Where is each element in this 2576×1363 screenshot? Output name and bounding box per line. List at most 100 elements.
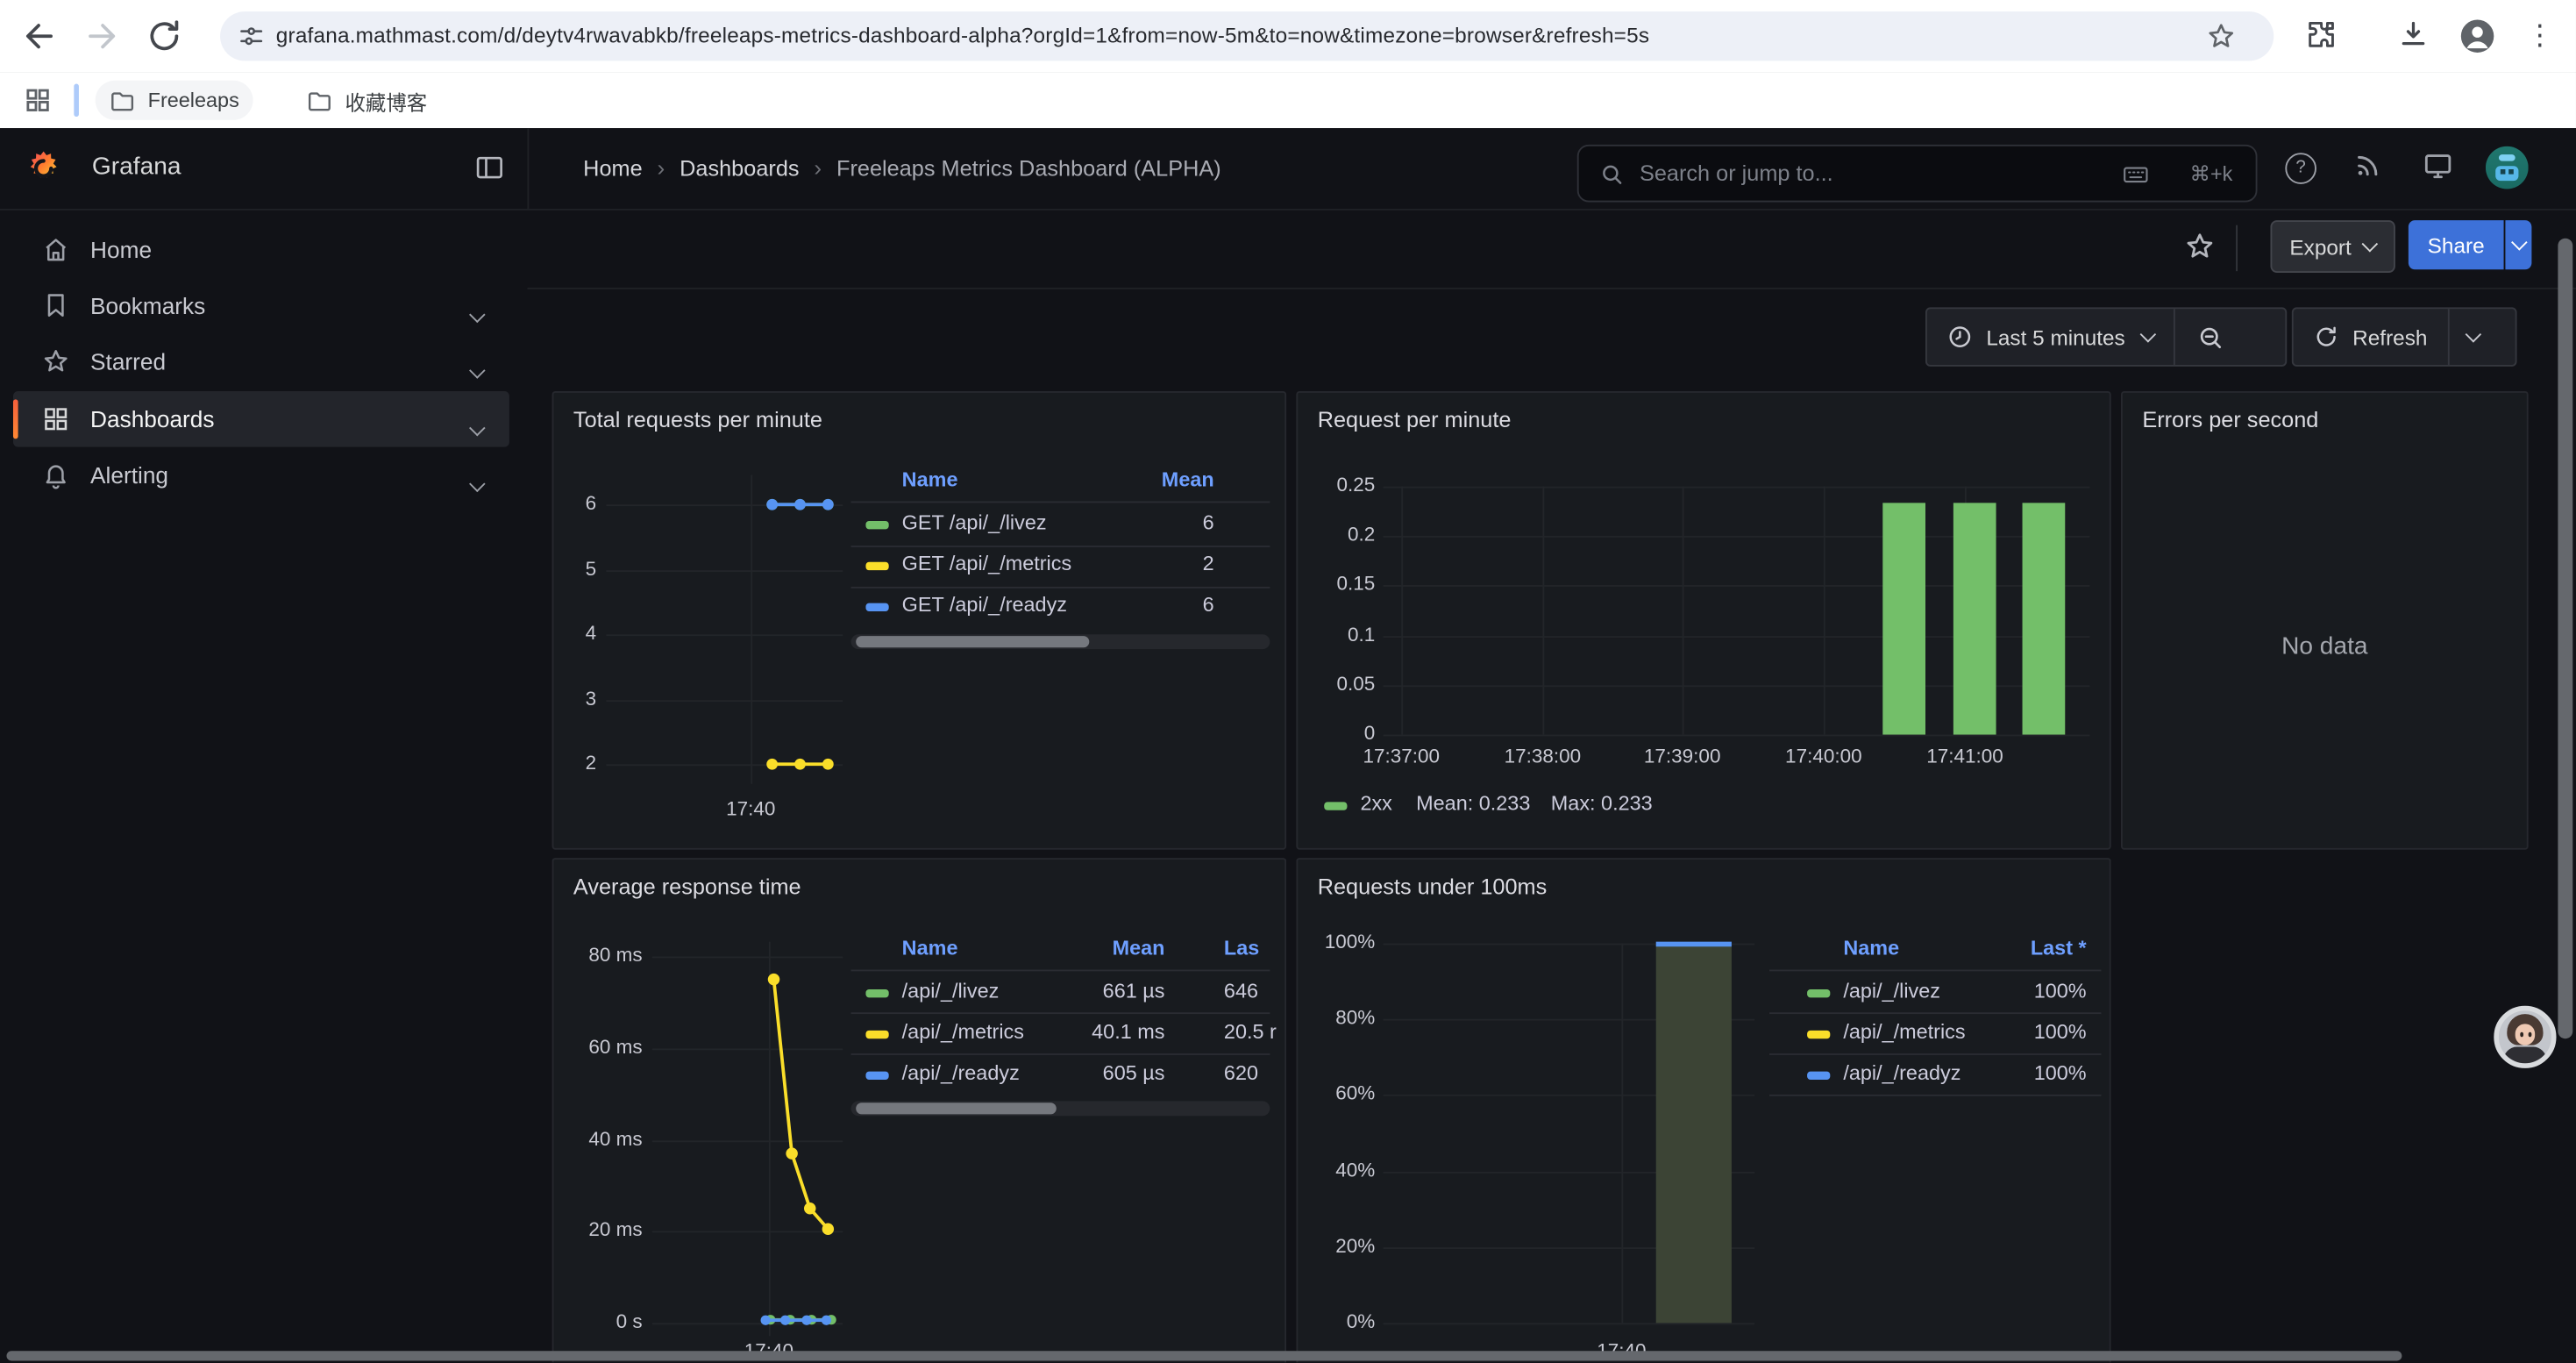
bookmark-label: 收藏博客 xyxy=(345,84,427,116)
sidebar-item-starred[interactable]: Starred xyxy=(13,333,509,389)
time-range-picker[interactable]: Last 5 minutes xyxy=(1927,309,2173,365)
panel-title[interactable]: Request per minute xyxy=(1318,408,1512,432)
bar xyxy=(1953,503,1996,735)
export-button[interactable]: Export xyxy=(2270,220,2395,273)
screen: grafana.mathmast.com/d/deytv4rwavabkb/fr… xyxy=(0,0,2576,1362)
downloads-icon[interactable] xyxy=(2395,17,2435,56)
avatar-pixel-eye xyxy=(2508,169,2513,175)
url-text[interactable]: grafana.mathmast.com/d/deytv4rwavabkb/fr… xyxy=(276,23,1649,47)
refresh-controls: Refresh xyxy=(2292,307,2517,366)
legend-divider xyxy=(851,969,1270,971)
sidebar-item-dashboards[interactable]: Dashboards xyxy=(13,391,509,447)
back-icon[interactable] xyxy=(19,17,59,56)
vertical-scrollbar[interactable] xyxy=(2558,239,2572,1039)
user-avatar[interactable] xyxy=(2486,146,2529,189)
bookmark-folder-blogs[interactable]: 收藏博客 xyxy=(293,81,441,120)
y-gridline xyxy=(1384,735,2090,737)
sidebar-item-label: Dashboards xyxy=(90,406,214,432)
dashboard-actions-row: Export Share xyxy=(527,209,2576,289)
sidebar-item-home[interactable]: Home xyxy=(13,222,509,278)
panel-title[interactable]: Errors per second xyxy=(2142,408,2318,432)
series-plot xyxy=(553,393,1284,848)
chevron-down-icon[interactable] xyxy=(469,307,486,324)
legend-column-header[interactable]: Mean xyxy=(553,468,1213,491)
menu-kebab-icon[interactable]: ⋮ xyxy=(2520,17,2559,56)
breadcrumb-separator: › xyxy=(800,154,836,181)
news-feed-icon[interactable] xyxy=(2352,150,2388,186)
breadcrumb-current: Freeleaps Metrics Dashboard (ALPHA) xyxy=(836,155,1221,180)
bookmark-label: Freeleaps xyxy=(148,89,239,111)
share-menu-button[interactable] xyxy=(2505,220,2531,269)
avatar-pixel-eye xyxy=(2501,169,2505,175)
refresh-button[interactable]: Refresh xyxy=(2294,309,2447,365)
extensions-icon[interactable] xyxy=(2303,17,2343,56)
legend-scrollbar-thumb[interactable] xyxy=(856,1103,1057,1114)
x-gridline xyxy=(1542,487,1544,735)
legend-scrollbar-thumb[interactable] xyxy=(856,636,1089,647)
panel-average-response-time: Average response time 80 ms60 ms40 ms20 … xyxy=(552,858,1287,1362)
y-axis-tick-label: 40% xyxy=(1298,1158,1375,1181)
search-icon xyxy=(1598,161,1625,187)
legend-divider xyxy=(851,587,1270,589)
legend-value: 6 xyxy=(553,511,1213,534)
panel-errors-per-second: Errors per second No data xyxy=(2121,391,2529,850)
x-axis-tick-label: 17:38:00 xyxy=(1477,745,1608,767)
sidebar-item-bookmarks[interactable]: Bookmarks xyxy=(13,278,509,334)
y-axis-tick-label: 0.2 xyxy=(1298,523,1375,546)
bookmark-star-icon[interactable] xyxy=(2205,19,2238,52)
chevron-down-icon[interactable] xyxy=(469,420,486,437)
profile-avatar-icon[interactable] xyxy=(2458,17,2497,56)
avatar-eye xyxy=(2528,1032,2531,1037)
apps-grid-icon[interactable] xyxy=(23,85,53,115)
sidebar-item-label: Starred xyxy=(90,348,166,375)
bookmark-folder-freeleaps[interactable]: Freeleaps xyxy=(96,81,253,120)
favorite-star-icon[interactable] xyxy=(2183,230,2216,262)
legend-divider xyxy=(1769,1012,2101,1014)
refresh-interval-button[interactable] xyxy=(2449,309,2498,365)
grafana-top-nav: Grafana Home › Dashboards › Freeleaps Me… xyxy=(0,128,2576,211)
site-settings-icon[interactable] xyxy=(237,21,267,51)
home-icon xyxy=(41,235,71,265)
brand-title[interactable]: Grafana xyxy=(92,153,181,181)
monitor-icon[interactable] xyxy=(2422,150,2458,186)
keyboard-icon xyxy=(2121,160,2151,189)
bookmark-icon xyxy=(41,291,71,321)
reload-icon[interactable] xyxy=(145,17,184,56)
y-axis-tick-label: 20% xyxy=(1298,1234,1375,1257)
horizontal-scrollbar[interactable] xyxy=(6,1351,2402,1360)
drag-indicator xyxy=(74,84,79,117)
zoom-out-button[interactable] xyxy=(2174,309,2245,365)
forward-icon[interactable] xyxy=(82,17,122,56)
folder-icon xyxy=(109,86,137,114)
share-button[interactable]: Share xyxy=(2409,220,2504,269)
breadcrumb-home[interactable]: Home xyxy=(583,155,642,180)
x-axis-tick-label: 17:40:00 xyxy=(1758,745,1889,767)
bookmarks-bar: Freeleaps 收藏博客 xyxy=(0,72,2576,128)
assistant-avatar-widget[interactable] xyxy=(2494,1006,2556,1068)
legend-item[interactable]: Max: 0.233 xyxy=(1551,792,1653,815)
chevron-down-icon xyxy=(2139,326,2156,343)
breadcrumb-dashboards[interactable]: Dashboards xyxy=(680,155,799,180)
sidebar-item-alerting[interactable]: Alerting xyxy=(13,447,509,503)
legend-item[interactable]: Mean: 0.233 xyxy=(1416,792,1530,815)
legend-divider xyxy=(1769,1053,2101,1055)
help-icon[interactable]: ? xyxy=(2285,153,2316,184)
chevron-down-icon[interactable] xyxy=(469,362,486,379)
chevron-down-icon[interactable] xyxy=(469,476,486,493)
dock-menu-icon[interactable] xyxy=(473,151,506,183)
divider xyxy=(2236,225,2238,271)
legend-value: 646 xyxy=(1224,980,1258,1003)
panel-title[interactable]: Requests under 100ms xyxy=(1318,874,1548,899)
share-label: Share xyxy=(2428,232,2485,257)
grafana-logo[interactable] xyxy=(25,150,62,188)
address-bar[interactable]: grafana.mathmast.com/d/deytv4rwavabkb/fr… xyxy=(220,11,2274,61)
legend-item[interactable]: 2xx xyxy=(1360,792,1391,815)
legend-value: 100% xyxy=(1298,1021,2086,1044)
search-input[interactable]: Search or jump to... ⌘+k xyxy=(1577,145,2258,203)
legend-column-header[interactable]: Last * xyxy=(1298,937,2086,960)
legend-series-swatch xyxy=(1324,802,1347,809)
grid-icon xyxy=(41,404,71,434)
legend-column-header[interactable]: Las xyxy=(1224,937,1259,960)
legend-value: 2 xyxy=(553,553,1213,575)
legend-column-header[interactable]: Mean xyxy=(553,937,1164,960)
